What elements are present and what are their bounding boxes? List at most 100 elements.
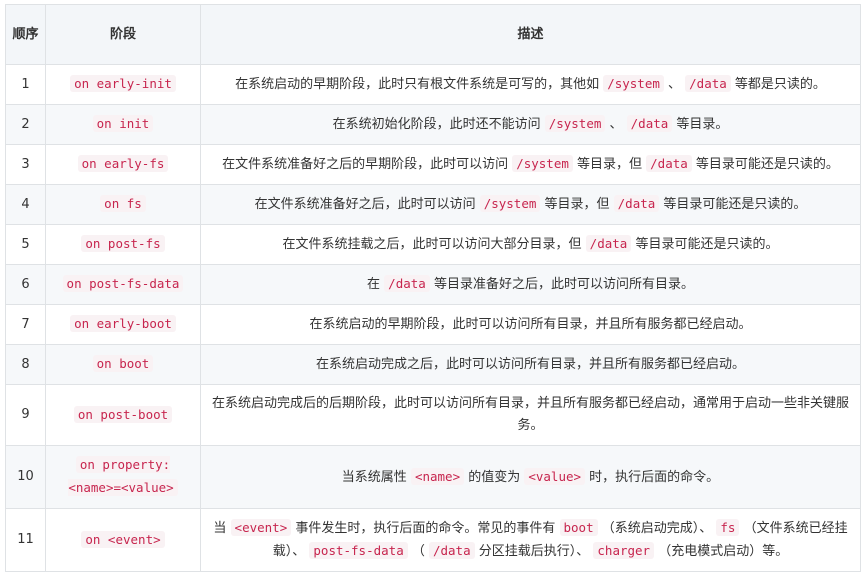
row-seq: 1 (5, 64, 46, 105)
description-text: 当 (213, 521, 231, 536)
description-text: 等目录可能还是只读的。 (659, 197, 807, 212)
inline-code: /data (428, 542, 475, 559)
row-seq: 5 (5, 224, 46, 265)
row-stage: on post-fs-data (45, 264, 201, 305)
row-seq: 2 (5, 104, 46, 145)
inline-code: /system (603, 75, 664, 92)
description-text: 在文件系统准备好之后，此时可以访问 (254, 197, 480, 212)
table-row: 10 on property:<name>=<value> 当系统属性 <name>… (5, 445, 861, 509)
row-description: 在文件系统挂载之后，此时可以访问大部分目录，但 /data 等目录可能还是只读的… (200, 224, 861, 265)
row-stage: on fs (45, 184, 201, 225)
stage-code: on post-boot (73, 405, 173, 423)
row-seq: 9 (5, 384, 46, 446)
row-seq: 4 (5, 184, 46, 225)
description-text: 等目录。 (672, 117, 729, 132)
table-row: 9 on post-boot 在系统启动完成后的后期阶段，此时可以访问所有目录，并且… (5, 384, 861, 446)
init-stages-table: 顺序 阶段 描述 1 on early-init 在系统启动的早期阶段，此时只有根文… (5, 4, 861, 572)
stage-code: on fs (100, 195, 146, 212)
row-description: 当系统属性 <name> 的值变为 <value> 时，执行后面的命令。 (200, 445, 861, 509)
stage-code: on early-boot (70, 315, 176, 332)
description-text: 等目录可能还是只读的。 (631, 237, 779, 252)
row-stage: on early-boot (45, 304, 201, 345)
row-seq: 8 (5, 344, 46, 385)
row-description: 在系统启动的早期阶段，此时只有根文件系统是可写的，其他如 /system 、 /… (200, 64, 861, 105)
inline-code: /system (544, 115, 606, 132)
inline-code: /data (646, 155, 692, 172)
inline-code: /data (685, 75, 731, 92)
row-stage: on boot (45, 344, 201, 385)
inline-code: <value> (524, 467, 586, 485)
description-text: 在 (367, 277, 385, 292)
table-row: 8 on boot 在系统启动完成之后，此时可以访问所有目录，并且所有服务都已经启动… (5, 344, 861, 385)
inline-code: /system (512, 155, 573, 172)
row-stage: on early-init (45, 64, 201, 105)
inline-code: post-fs-data (309, 542, 408, 559)
stage-code: on <event> (81, 530, 165, 548)
table-row: 2 on init 在系统初始化阶段，此时还不能访问 /system 、 /data… (5, 104, 861, 145)
description-text: 在系统启动完成后的后期阶段，此时可以访问所有目录，并且所有服务都已经启动，通常用… (211, 396, 849, 433)
description-text: 在文件系统挂载之后，此时可以访问大部分目录，但 (282, 237, 586, 252)
inline-code: <name> (410, 467, 465, 485)
description-text: 在系统初始化阶段，此时还不能访问 (332, 117, 545, 132)
row-description: 在系统初始化阶段，此时还不能访问 /system 、 /data 等目录。 (200, 104, 861, 145)
stage-code: on early-fs (77, 155, 169, 172)
row-description: 在系统启动完成之后，此时可以访问所有目录，并且所有服务都已经启动。 (200, 344, 861, 385)
row-stage: on post-fs (45, 224, 201, 265)
row-description: 在系统启动完成后的后期阶段，此时可以访问所有目录，并且所有服务都已经启动，通常用… (200, 384, 861, 446)
stage-code: on init (92, 115, 154, 132)
row-description: 在 /data 等目录准备好之后，此时可以访问所有目录。 (200, 264, 861, 305)
inline-code: fs (716, 519, 740, 536)
description-text: 在系统启动完成之后，此时可以访问所有目录，并且所有服务都已经启动。 (315, 356, 745, 372)
description-text: （充电模式启动）等。 (654, 544, 789, 559)
row-seq: 3 (5, 144, 46, 185)
header-seq: 顺序 (5, 4, 46, 65)
description-text: 等目录，但 (540, 197, 614, 212)
description-text: 在文件系统准备好之后的早期阶段，此时可以访问 (222, 157, 513, 172)
description-text: 分区挂载后执行）、 (474, 544, 594, 559)
row-description: 在文件系统准备好之后，此时可以访问 /system 等目录，但 /data 等目… (200, 184, 861, 225)
description-text: 的值变为 (464, 469, 525, 485)
inline-code: /data (384, 275, 430, 292)
stage-code: on boot (92, 355, 154, 372)
description-text: 、 (605, 117, 627, 132)
stage-code: on early-init (70, 75, 176, 92)
table-row: 5 on post-fs 在文件系统挂载之后，此时可以访问大部分目录，但 /data… (5, 224, 861, 265)
description-text: 、 (663, 77, 686, 92)
table-row: 6 on post-fs-data 在 /data 等目录准备好之后，此时可以访问所… (5, 264, 861, 305)
header-stage: 阶段 (45, 4, 201, 65)
inline-code: charger (593, 542, 655, 559)
description-text: 当系统属性 (341, 469, 411, 485)
row-stage: on <event> (45, 508, 201, 572)
description-text: 等都是只读的。 (730, 77, 826, 92)
description-text: 在系统启动的早期阶段，此时可以访问所有目录，并且所有服务都已经启动。 (309, 316, 752, 332)
table-row: 4 on fs 在文件系统准备好之后，此时可以访问 /system 等目录，但 /d… (5, 184, 861, 225)
description-text: 在系统启动的早期阶段，此时只有根文件系统是可写的，其他如 (235, 77, 604, 92)
row-stage: on early-fs (45, 144, 201, 185)
inline-code: /system (479, 195, 541, 212)
row-seq: 6 (5, 264, 46, 305)
row-seq: 7 (5, 304, 46, 345)
row-stage: on init (45, 104, 201, 145)
table-row: 3 on early-fs 在文件系统准备好之后的早期阶段，此时可以访问 /syst… (5, 144, 861, 185)
row-description: 在系统启动的早期阶段，此时可以访问所有目录，并且所有服务都已经启动。 (200, 304, 861, 345)
row-description: 在文件系统准备好之后的早期阶段，此时可以访问 /system 等目录，但 /da… (200, 144, 861, 185)
row-stage: on property:<name>=<value> (45, 445, 201, 509)
row-stage: on post-boot (45, 384, 201, 446)
description-text: 等目录可能还是只读的。 (691, 157, 839, 172)
description-text: 时，执行后面的命令。 (585, 469, 720, 485)
row-seq: 10 (5, 445, 46, 509)
stage-code: on post-fs (81, 235, 165, 252)
inline-code: boot (559, 519, 598, 536)
header-description: 描述 (200, 4, 861, 65)
row-description: 当 <event> 事件发生时，执行后面的命令。常见的事件有 boot （系统启… (200, 508, 861, 572)
description-text: 等目录，但 (572, 157, 647, 172)
table-row: 1 on early-init 在系统启动的早期阶段，此时只有根文件系统是可写的，其… (5, 64, 861, 105)
inline-code: <event> (230, 519, 292, 536)
row-seq: 11 (5, 508, 46, 572)
description-text: 事件发生时，执行后面的命令。常见的事件有 (291, 521, 560, 536)
stage-code: on post-fs-data (62, 275, 184, 292)
inline-code: /data (626, 115, 673, 132)
description-text: （ (407, 544, 429, 559)
description-text: 等目录准备好之后，此时可以访问所有目录。 (429, 277, 694, 292)
inline-code: /data (585, 235, 632, 252)
